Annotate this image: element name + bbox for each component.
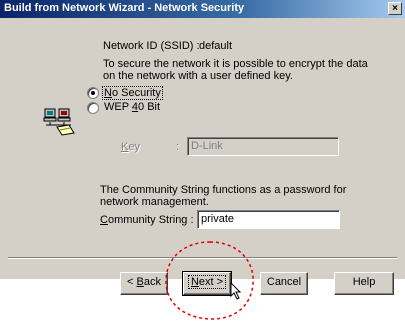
community-string-label: Community String :	[100, 214, 194, 226]
community-line-2: network management.	[100, 196, 209, 208]
mouse-cursor-icon	[230, 282, 242, 300]
community-line-1: The Community String functions as a pass…	[100, 184, 347, 196]
help-button[interactable]: Help	[334, 272, 394, 295]
description-line-2: on the network with a user defined key.	[103, 70, 293, 82]
key-label: Key	[121, 141, 140, 153]
title-bar: Build from Network Wizard - Network Secu…	[0, 0, 405, 18]
ssid-label: Network ID (SSID) :	[103, 40, 200, 52]
radio-button-indicator	[87, 102, 99, 114]
radio-wep-40-bit[interactable]: WEP 40 Bit	[87, 101, 177, 115]
radio-label-wep: WEP 40 Bit	[104, 101, 161, 113]
key-separator: :	[176, 141, 180, 153]
radio-button-indicator	[87, 87, 99, 99]
cancel-button[interactable]: Cancel	[260, 272, 308, 295]
key-input[interactable]: D-Link	[187, 137, 339, 156]
radio-label-no-security: No Security	[102, 86, 163, 100]
ssid-value: default	[199, 40, 233, 52]
close-icon: ×	[392, 3, 398, 14]
window-title: Build from Network Wizard - Network Secu…	[4, 2, 245, 14]
annotation-circle	[165, 241, 254, 320]
close-button[interactable]: ×	[388, 2, 402, 15]
community-string-input[interactable]: private	[197, 210, 340, 229]
wizard-window: Build from Network Wizard - Network Secu…	[0, 0, 405, 272]
network-computers-icon	[43, 108, 75, 136]
radio-no-security[interactable]: No Security	[87, 86, 177, 100]
description-line-1: To secure the network it is possible to …	[103, 58, 368, 70]
